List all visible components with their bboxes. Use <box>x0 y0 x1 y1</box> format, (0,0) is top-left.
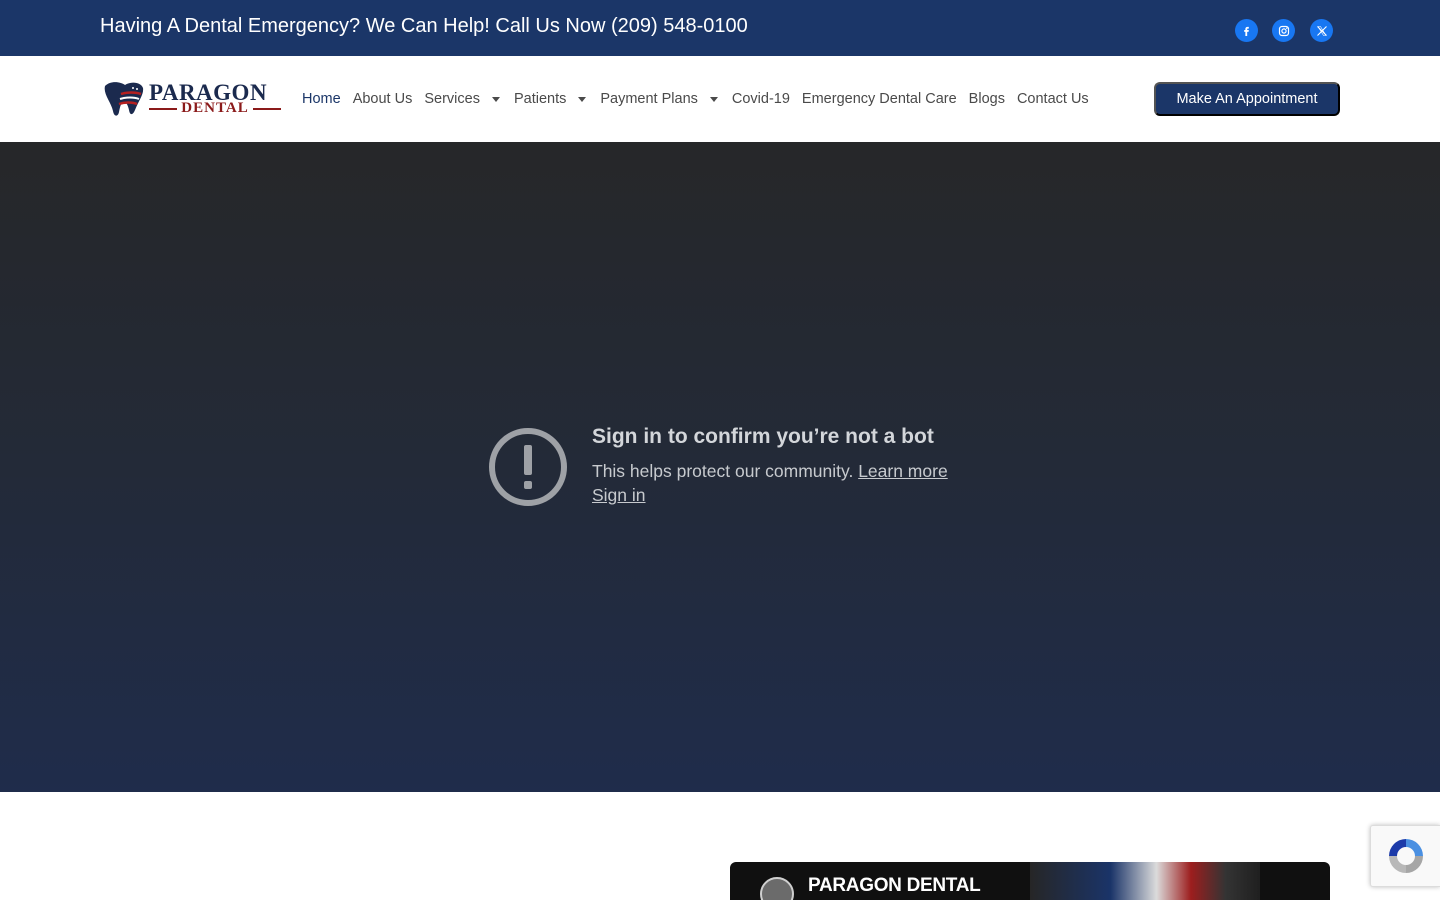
chevron-down-icon <box>578 96 587 102</box>
nav-payment-plans-label: Payment Plans <box>600 91 698 107</box>
nav-patients[interactable]: Patients <box>514 91 588 107</box>
video-embed: Sign in to confirm you’re not a bot This… <box>0 142 1440 792</box>
channel-avatar <box>760 877 794 900</box>
paragon-dental-logo[interactable]: PARAGON DENTAL <box>103 78 283 120</box>
facebook-icon[interactable] <box>1235 19 1258 42</box>
nav-blogs[interactable]: Blogs <box>969 91 1005 107</box>
make-appointment-button[interactable]: Make An Appointment <box>1154 82 1340 116</box>
logo-wordmark-bottom: DENTAL <box>149 100 281 117</box>
nav-emergency-dental-care[interactable]: Emergency Dental Care <box>802 91 957 107</box>
video-thumbnail-art <box>1030 862 1260 900</box>
chevron-down-icon <box>491 96 500 102</box>
video-preview[interactable]: PARAGON DENTAL <box>730 862 1330 900</box>
site-header: PARAGON DENTAL Home About Us Services Pa… <box>0 56 1440 142</box>
instagram-icon[interactable] <box>1272 19 1295 42</box>
nav-services-label: Services <box>424 91 480 107</box>
main-navigation: Home About Us Services Patients Payment … <box>302 90 1101 108</box>
logo-rule-left <box>149 107 178 110</box>
chevron-down-icon <box>709 96 718 102</box>
nav-home[interactable]: Home <box>302 91 341 107</box>
x-twitter-icon[interactable] <box>1310 19 1333 42</box>
nav-contact-us[interactable]: Contact Us <box>1017 91 1089 107</box>
recaptcha-badge[interactable] <box>1370 825 1440 887</box>
nav-patients-label: Patients <box>513 91 567 107</box>
bot-check-body: This helps protect our community. <box>592 461 854 481</box>
nav-about-us[interactable]: About Us <box>353 91 413 107</box>
bot-check-title: Sign in to confirm you’re not a bot <box>592 425 934 448</box>
sign-in-link[interactable]: Sign in <box>592 485 646 506</box>
lower-section: PARAGON DENTAL <box>0 792 1440 900</box>
top-announcement-bar: Having A Dental Emergency? We Can Help! … <box>0 0 1440 56</box>
bot-check-message: This helps protect our community. Learn … <box>592 461 948 482</box>
alert-circle-icon <box>489 428 567 506</box>
nav-payment-plans[interactable]: Payment Plans <box>600 91 720 107</box>
learn-more-link[interactable]: Learn more <box>858 461 948 481</box>
video-channel-title: PARAGON DENTAL <box>808 875 981 896</box>
nav-covid-19[interactable]: Covid-19 <box>732 91 790 107</box>
nav-services[interactable]: Services <box>424 91 502 107</box>
tooth-flag-icon <box>104 82 144 116</box>
recaptcha-icon <box>1388 839 1423 873</box>
logo-rule-right <box>252 107 281 110</box>
emergency-call-text: Having A Dental Emergency? We Can Help! … <box>100 15 748 37</box>
logo-wordmark-dental: DENTAL <box>181 100 249 116</box>
